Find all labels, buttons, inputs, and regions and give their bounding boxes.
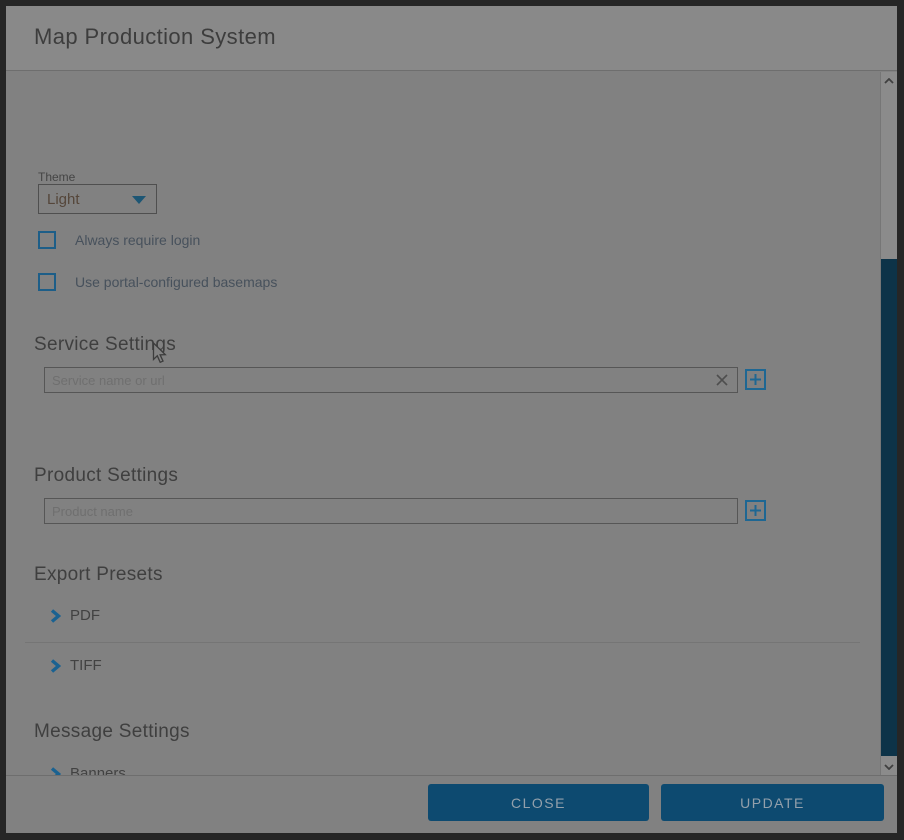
chevron-down-icon bbox=[132, 196, 146, 204]
always-require-login-label: Always require login bbox=[75, 232, 200, 248]
dialog-footer: CLOSE UPDATE bbox=[6, 775, 897, 833]
message-settings-heading: Message Settings bbox=[34, 721, 190, 743]
product-settings-heading: Product Settings bbox=[34, 465, 178, 487]
plus-icon bbox=[750, 374, 761, 385]
always-require-login-checkbox[interactable] bbox=[38, 231, 56, 249]
map-production-dialog: Map Production System Theme Light Always… bbox=[6, 6, 897, 833]
export-presets-divider bbox=[25, 642, 860, 643]
export-preset-tiff-label: TIFF bbox=[70, 657, 102, 674]
export-presets-heading: Export Presets bbox=[34, 564, 163, 586]
portal-basemaps-checkbox[interactable] bbox=[38, 273, 56, 291]
chevron-right-icon bbox=[50, 609, 61, 623]
scroll-up-button[interactable] bbox=[881, 72, 897, 89]
chevron-down-icon bbox=[884, 764, 894, 770]
service-name-input[interactable] bbox=[44, 367, 738, 393]
close-button[interactable]: CLOSE bbox=[428, 784, 649, 821]
dialog-header: Map Production System bbox=[6, 6, 897, 71]
product-name-input[interactable] bbox=[44, 498, 738, 524]
dialog-title: Map Production System bbox=[34, 24, 276, 50]
chevron-up-icon bbox=[884, 78, 894, 84]
service-settings-heading: Service Settings bbox=[34, 334, 176, 356]
plus-icon bbox=[750, 505, 761, 516]
theme-label: Theme bbox=[38, 170, 75, 184]
chevron-right-icon bbox=[50, 659, 61, 673]
dialog-content: Theme Light Always require login Use por… bbox=[6, 72, 897, 775]
update-button[interactable]: UPDATE bbox=[661, 784, 884, 821]
theme-select-value: Light bbox=[47, 191, 80, 208]
portal-basemaps-label: Use portal-configured basemaps bbox=[75, 274, 277, 290]
add-product-button[interactable] bbox=[745, 500, 766, 521]
scroll-down-button[interactable] bbox=[881, 758, 897, 775]
theme-select[interactable]: Light bbox=[38, 184, 157, 214]
clear-service-icon[interactable] bbox=[714, 372, 730, 388]
export-preset-pdf-label: PDF bbox=[70, 607, 100, 624]
scrollbar-thumb[interactable] bbox=[881, 259, 897, 756]
vertical-scrollbar[interactable] bbox=[880, 72, 897, 775]
add-service-button[interactable] bbox=[745, 369, 766, 390]
